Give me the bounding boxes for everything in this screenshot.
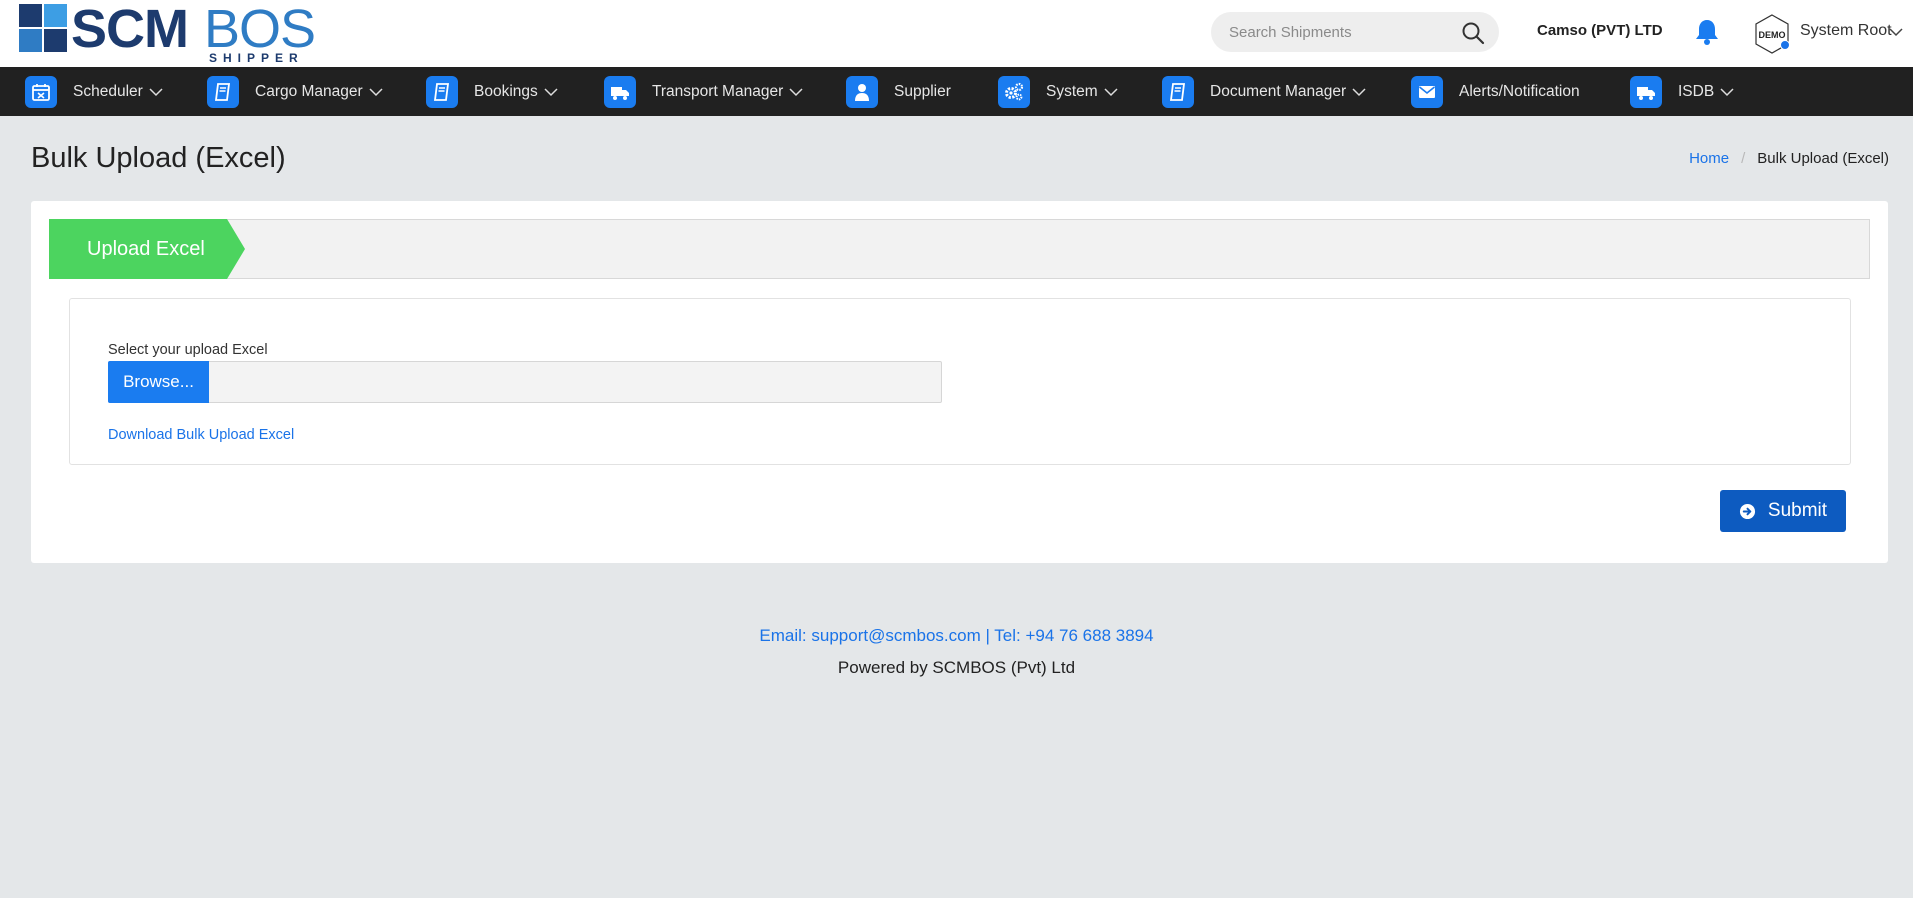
logo-text-scm: SCM: [71, 0, 189, 59]
avatar-label: DEMO: [1759, 30, 1786, 40]
breadcrumb: Home / Bulk Upload (Excel): [1689, 150, 1889, 167]
chevron-down-icon: [789, 87, 803, 96]
user-name[interactable]: System Root: [1800, 22, 1892, 40]
chevron-down-icon[interactable]: [1889, 27, 1903, 37]
nav-item-scheduler[interactable]: Scheduler: [25, 67, 163, 116]
nav-item-bookings[interactable]: Bookings: [426, 67, 558, 116]
nav-label: ISDB: [1678, 82, 1715, 100]
search-box: [1211, 12, 1499, 52]
footer-contact[interactable]: Email: support@scmbos.com | Tel: +94 76 …: [0, 626, 1913, 646]
search-input[interactable]: [1229, 22, 1449, 42]
step-progress-bar: Upload Excel: [49, 219, 1870, 279]
nav-label: Scheduler: [73, 82, 143, 100]
top-header: SCM BOS SHIPPER Camso (PVT) LTD DEMO Sys…: [0, 0, 1913, 67]
chevron-down-icon: [1720, 87, 1734, 96]
footer-powered-by: Powered by SCMBOS (Pvt) Ltd: [837, 658, 1076, 677]
nav-item-document-manager[interactable]: Document Manager: [1162, 67, 1366, 116]
nav-label: Cargo Manager: [255, 82, 363, 100]
book-icon: [207, 75, 239, 108]
chevron-down-icon: [1104, 87, 1118, 96]
nav-item-system[interactable]: System: [998, 67, 1118, 116]
file-field-label: Select your upload Excel: [108, 342, 268, 358]
step-upload-excel: Upload Excel: [49, 219, 245, 279]
breadcrumb-home-link[interactable]: Home: [1689, 150, 1729, 167]
chevron-down-icon: [1352, 87, 1366, 96]
nav-label: Alerts/Notification: [1459, 82, 1580, 100]
company-name: Camso (PVT) LTD: [1537, 22, 1663, 39]
truck-icon: [1630, 75, 1662, 108]
calendar-icon: [25, 75, 57, 108]
submit-label: Submit: [1767, 500, 1828, 521]
nav-item-cargo-manager[interactable]: Cargo Manager: [207, 67, 383, 116]
chevron-down-icon: [544, 87, 558, 96]
gears-icon: [998, 75, 1030, 108]
main-navbar: Scheduler Cargo Manager Bookings Transpo…: [0, 67, 1913, 116]
upload-card: Upload Excel Select your upload Excel Br…: [31, 201, 1888, 563]
nav-item-isdb[interactable]: ISDB: [1630, 67, 1734, 116]
arrow-circle-right-icon: [1739, 503, 1755, 519]
nav-item-alerts-notification[interactable]: Alerts/Notification: [1411, 67, 1580, 116]
chevron-down-icon: [149, 87, 163, 96]
nav-label: Supplier: [894, 82, 951, 100]
upload-form-panel: Select your upload Excel Browse... Downl…: [69, 298, 1851, 465]
browse-button[interactable]: Browse...: [108, 361, 209, 403]
nav-label: Transport Manager: [652, 82, 784, 100]
nav-item-transport-manager[interactable]: Transport Manager: [604, 67, 803, 116]
user-icon: [846, 75, 878, 108]
nav-label: Bookings: [474, 82, 538, 100]
breadcrumb-separator: /: [1741, 150, 1746, 167]
logo-subtitle: SHIPPER: [209, 51, 304, 65]
search-icon[interactable]: [1461, 21, 1485, 45]
online-status-dot: [1780, 40, 1790, 50]
chevron-down-icon: [369, 87, 383, 96]
book-icon: [1162, 75, 1194, 108]
file-input[interactable]: Browse...: [108, 361, 942, 403]
book-icon: [426, 75, 458, 108]
nav-label: System: [1046, 82, 1098, 100]
page-title: Bulk Upload (Excel): [31, 142, 286, 174]
scmbos-logo[interactable]: SCM BOS SHIPPER: [19, 0, 329, 66]
envelope-icon: [1411, 75, 1443, 108]
nav-label: Document Manager: [1210, 82, 1347, 100]
download-template-link[interactable]: Download Bulk Upload Excel: [108, 427, 294, 443]
breadcrumb-current: Bulk Upload (Excel): [1757, 150, 1889, 167]
truck-icon: [604, 75, 636, 108]
submit-button[interactable]: Submit: [1720, 490, 1846, 532]
logo-mark-icon: [19, 4, 67, 52]
bell-icon[interactable]: [1694, 18, 1720, 46]
nav-item-supplier[interactable]: Supplier: [846, 67, 951, 116]
